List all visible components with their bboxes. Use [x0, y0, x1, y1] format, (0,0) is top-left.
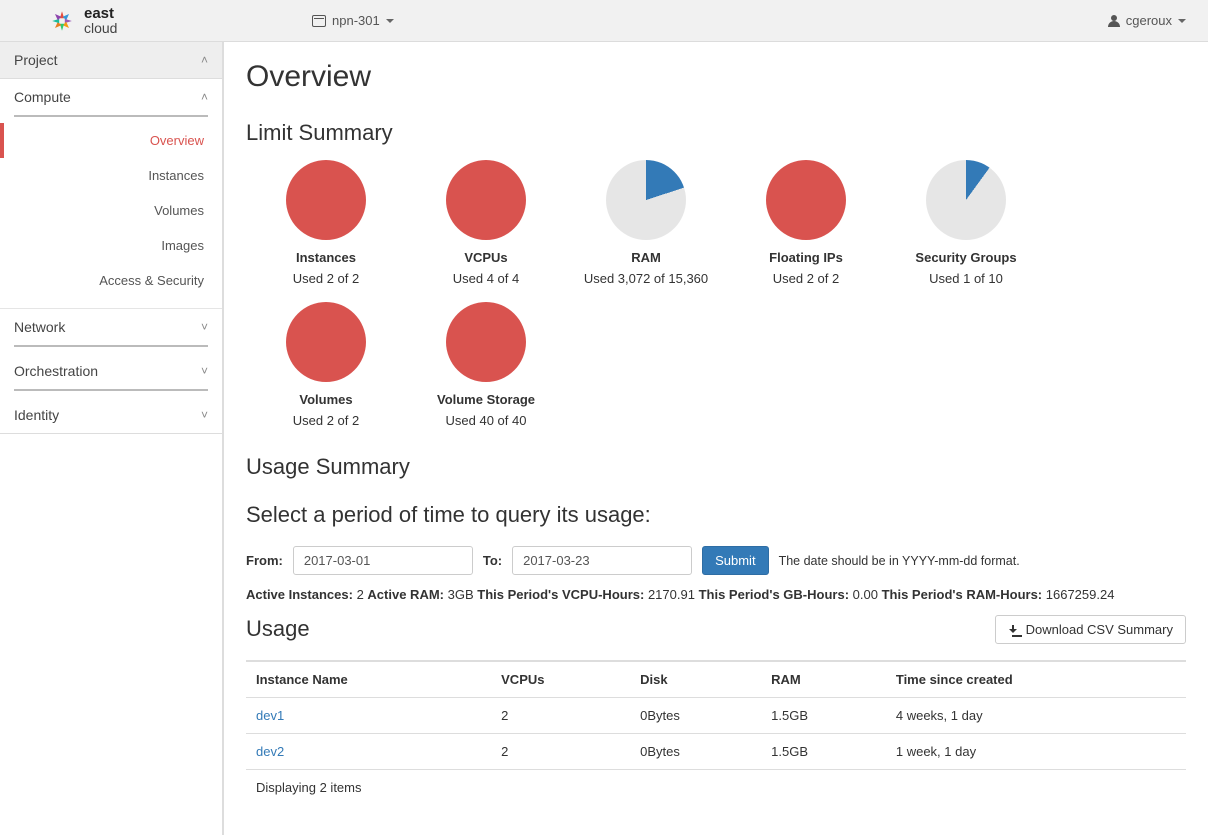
sidebar-section-network[interactable]: Network ˅: [0, 309, 222, 345]
date-format-hint: The date should be in YYYY-mm-dd format.: [779, 554, 1020, 568]
quota-pie-icon: [926, 160, 1006, 240]
from-label: From:: [246, 553, 283, 568]
limit-label: VCPUs: [406, 250, 566, 265]
limit-label: Instances: [246, 250, 406, 265]
page-title: Overview: [246, 60, 1186, 94]
chevron-up-icon: ˄: [201, 90, 208, 104]
col-time[interactable]: Time since created: [886, 661, 1186, 698]
quota-pie-icon: [446, 302, 526, 382]
date-query-row: From: To: Submit The date should be in Y…: [246, 546, 1186, 575]
col-ram[interactable]: RAM: [761, 661, 886, 698]
sidebar-item-access-security[interactable]: Access & Security: [0, 263, 222, 298]
top-bar: east cloud npn-301 cgeroux: [0, 0, 1208, 42]
download-csv-button[interactable]: Download CSV Summary: [995, 615, 1186, 644]
limit-label: Security Groups: [886, 250, 1046, 265]
usage-header: Usage Download CSV Summary: [246, 608, 1186, 650]
to-date-input[interactable]: [512, 546, 692, 575]
limit-label: RAM: [566, 250, 726, 265]
sidebar-item-instances[interactable]: Instances: [0, 158, 222, 193]
user-icon: [1108, 15, 1120, 27]
table-header-row: Instance Name VCPUs Disk RAM Time since …: [246, 661, 1186, 698]
divider: [14, 345, 208, 347]
col-disk[interactable]: Disk: [630, 661, 761, 698]
limit-used-text: Used 1 of 10: [886, 271, 1046, 286]
to-label: To:: [483, 553, 502, 568]
brand-bottom: cloud: [84, 21, 117, 35]
limit-used-text: Used 2 of 2: [246, 413, 406, 428]
limit-used-text: Used 40 of 40: [406, 413, 566, 428]
sidebar-section-identity[interactable]: Identity ˅: [0, 397, 222, 434]
sidebar-section-project[interactable]: Project ˄: [0, 42, 222, 79]
chevron-up-icon: ˄: [201, 53, 208, 67]
instance-link[interactable]: dev2: [256, 744, 284, 759]
table-footer: Displaying 2 items: [246, 769, 1186, 805]
sidebar-item-images[interactable]: Images: [0, 228, 222, 263]
quota-pie-icon: [766, 160, 846, 240]
chevron-down-icon: [1178, 19, 1186, 23]
project-selector[interactable]: npn-301: [304, 13, 402, 28]
quota-pie-icon: [606, 160, 686, 240]
quota-pie-icon: [286, 160, 366, 240]
user-menu[interactable]: cgeroux: [1108, 13, 1192, 28]
divider: [14, 389, 208, 391]
table-row: dev220Bytes1.5GB1 week, 1 day: [246, 734, 1186, 770]
project-icon: [312, 15, 326, 27]
limit-used-text: Used 2 of 2: [726, 271, 886, 286]
sidebar-section-orchestration[interactable]: Orchestration ˅: [0, 353, 222, 389]
sidebar-item-overview[interactable]: Overview: [0, 123, 222, 158]
brand-logo: east cloud: [0, 6, 224, 35]
quota-pie-icon: [286, 302, 366, 382]
chevron-down-icon: ˅: [201, 364, 208, 378]
main-content: Overview Limit Summary Instances Used 2 o…: [224, 42, 1208, 835]
user-name: cgeroux: [1126, 13, 1172, 28]
chevron-down-icon: ˅: [201, 408, 208, 422]
limit-item: Instances Used 2 of 2: [246, 160, 406, 286]
limit-used-text: Used 2 of 2: [246, 271, 406, 286]
limit-item: Security Groups Used 1 of 10: [886, 160, 1046, 286]
chevron-down-icon: [386, 19, 394, 23]
chevron-down-icon: ˅: [201, 320, 208, 334]
limit-used-text: Used 3,072 of 15,360: [566, 271, 726, 286]
limit-used-text: Used 4 of 4: [406, 271, 566, 286]
quota-pie-icon: [446, 160, 526, 240]
col-vcpus[interactable]: VCPUs: [491, 661, 630, 698]
col-instance-name[interactable]: Instance Name: [246, 661, 491, 698]
sidebar-section-compute[interactable]: Compute ˄: [0, 79, 222, 115]
from-date-input[interactable]: [293, 546, 473, 575]
limit-label: Volumes: [246, 392, 406, 407]
limit-item: Floating IPs Used 2 of 2: [726, 160, 886, 286]
sidebar-item-volumes[interactable]: Volumes: [0, 193, 222, 228]
instance-link[interactable]: dev1: [256, 708, 284, 723]
stats-line: Active Instances: 2 Active RAM: 3GB This…: [246, 587, 1186, 602]
limit-item: RAM Used 3,072 of 15,360: [566, 160, 726, 286]
table-row: dev120Bytes1.5GB4 weeks, 1 day: [246, 698, 1186, 734]
limit-item: Volumes Used 2 of 2: [246, 302, 406, 428]
limit-label: Volume Storage: [406, 392, 566, 407]
download-icon: [1008, 625, 1018, 635]
compute-nav: Overview Instances Volumes Images Access…: [0, 117, 222, 309]
usage-heading: Usage: [246, 616, 310, 642]
usage-table: Instance Name VCPUs Disk RAM Time since …: [246, 660, 1186, 769]
project-name: npn-301: [332, 13, 380, 28]
limit-summary: InstancesUsed 2 of 2VCPUsUsed 4 of 4RAMU…: [246, 160, 1186, 444]
usage-summary-title: Usage Summary: [246, 454, 1186, 480]
brand-top: east: [84, 6, 117, 21]
limit-summary-title: Limit Summary: [246, 120, 1186, 146]
limit-item: Volume Storage Used 40 of 40: [406, 302, 566, 428]
snowflake-icon: [48, 7, 76, 35]
sidebar: Project ˄ Compute ˄ Overview Instances V…: [0, 42, 224, 835]
limit-item: VCPUs Used 4 of 4: [406, 160, 566, 286]
limit-label: Floating IPs: [726, 250, 886, 265]
select-period-title: Select a period of time to query its usa…: [246, 502, 1186, 528]
submit-button[interactable]: Submit: [702, 546, 768, 575]
